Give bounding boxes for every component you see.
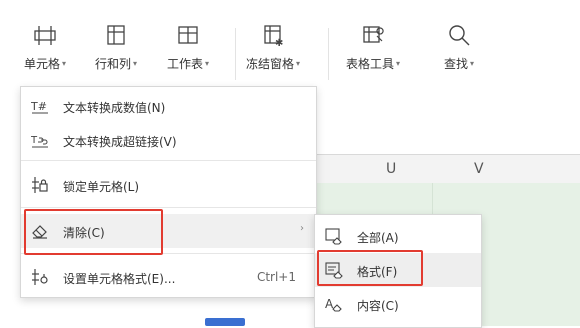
menu-item-label: 文本转换成超链接(V) (63, 135, 177, 149)
cell-button[interactable]: 单元格 ▾ (24, 22, 66, 84)
chevron-down-icon: ▾ (470, 59, 475, 68)
menu-item-text-to-number[interactable]: T# 文本转换成数值(N) (21, 89, 316, 123)
lock-cell-icon (32, 177, 48, 193)
cell-dropdown-menu: T# 文本转换成数值(N) T 文本转换成超链接(V) 锁定单元格(L) 清除(… (20, 86, 317, 298)
eraser-icon (32, 225, 47, 239)
row-col-button[interactable]: 行和列 ▾ (95, 22, 137, 84)
freeze-pane-button-label: 冻结窗格 (246, 57, 295, 71)
search-icon (449, 25, 470, 46)
menu-divider (21, 207, 316, 208)
chevron-right-icon: › (300, 223, 304, 234)
clear-submenu: 全部(A) 格式(F) A 内容(C) (314, 214, 482, 328)
chevron-down-icon: ▾ (133, 59, 138, 68)
submenu-item-label: 内容(C) (357, 299, 399, 313)
menu-item-shortcut: Ctrl+1 (256, 270, 296, 284)
menu-item-label: 锁定单元格(L) (63, 180, 140, 194)
cell-button-label: 单元格 (24, 57, 61, 71)
menu-item-format-cells[interactable]: 设置单元格格式(E)... Ctrl+1 (21, 260, 316, 294)
find-button-label: 查找 (444, 57, 469, 71)
chevron-down-icon: ▾ (296, 59, 301, 68)
text-to-hyperlink-icon: T (31, 135, 48, 148)
submenu-item-label: 格式(F) (357, 265, 398, 279)
menu-item-label: 设置单元格格式(E)... (63, 272, 176, 286)
text-to-number-icon: T# (31, 100, 48, 114)
svg-text:T: T (31, 135, 38, 146)
clear-all-icon (325, 228, 342, 245)
column-header-v[interactable]: V (474, 161, 484, 177)
table-tools-button[interactable]: 表格工具 ▾ (346, 22, 400, 84)
submenu-item-label: 全部(A) (357, 231, 399, 245)
menu-item-lock-cell[interactable]: 锁定单元格(L) (21, 168, 316, 202)
sheet-button-label: 工作表 (167, 57, 204, 71)
clear-format-icon (325, 262, 343, 279)
cell-icon (34, 26, 56, 45)
chevron-down-icon: ▾ (205, 59, 210, 68)
ribbon-toolbar: 单元格 ▾ 行和列 ▾ 工作表 ▾ ✱ 冻结窗格 ▾ 表格工具 ▾ 查找 ▾ (0, 0, 580, 90)
format-cells-icon (32, 269, 48, 285)
table-tools-button-label: 表格工具 (346, 57, 395, 71)
menu-divider (21, 253, 316, 254)
chevron-down-icon: ▾ (62, 59, 67, 68)
freeze-pane-icon: ✱ (264, 25, 283, 48)
clear-content-icon: A (325, 297, 342, 312)
sheet-icon (178, 26, 198, 44)
menu-item-text-to-hyperlink[interactable]: T 文本转换成超链接(V) (21, 123, 316, 157)
ribbon-divider (328, 28, 329, 80)
table-tools-icon (363, 26, 384, 43)
svg-text:T#: T# (31, 100, 47, 113)
chevron-down-icon: ▾ (396, 59, 401, 68)
submenu-item-clear-all[interactable]: 全部(A) (315, 219, 481, 253)
find-button[interactable]: 查找 ▾ (444, 22, 474, 84)
ribbon-divider (235, 28, 236, 80)
menu-item-label: 文本转换成数值(N) (63, 101, 166, 115)
menu-item-label: 清除(C) (63, 226, 105, 240)
menu-divider (21, 160, 316, 161)
row-col-icon (107, 25, 125, 45)
column-header-u[interactable]: U (386, 161, 396, 177)
partial-icon (205, 318, 245, 326)
submenu-item-clear-content[interactable]: A 内容(C) (315, 287, 481, 321)
freeze-pane-button[interactable]: ✱ 冻结窗格 ▾ (246, 22, 300, 84)
sheet-button[interactable]: 工作表 ▾ (167, 22, 209, 84)
submenu-item-clear-format[interactable]: 格式(F) (315, 253, 481, 287)
svg-text:✱: ✱ (275, 38, 283, 48)
column-header: U V (316, 154, 580, 184)
menu-item-clear[interactable]: 清除(C) › (21, 214, 316, 248)
row-col-button-label: 行和列 (95, 57, 132, 71)
